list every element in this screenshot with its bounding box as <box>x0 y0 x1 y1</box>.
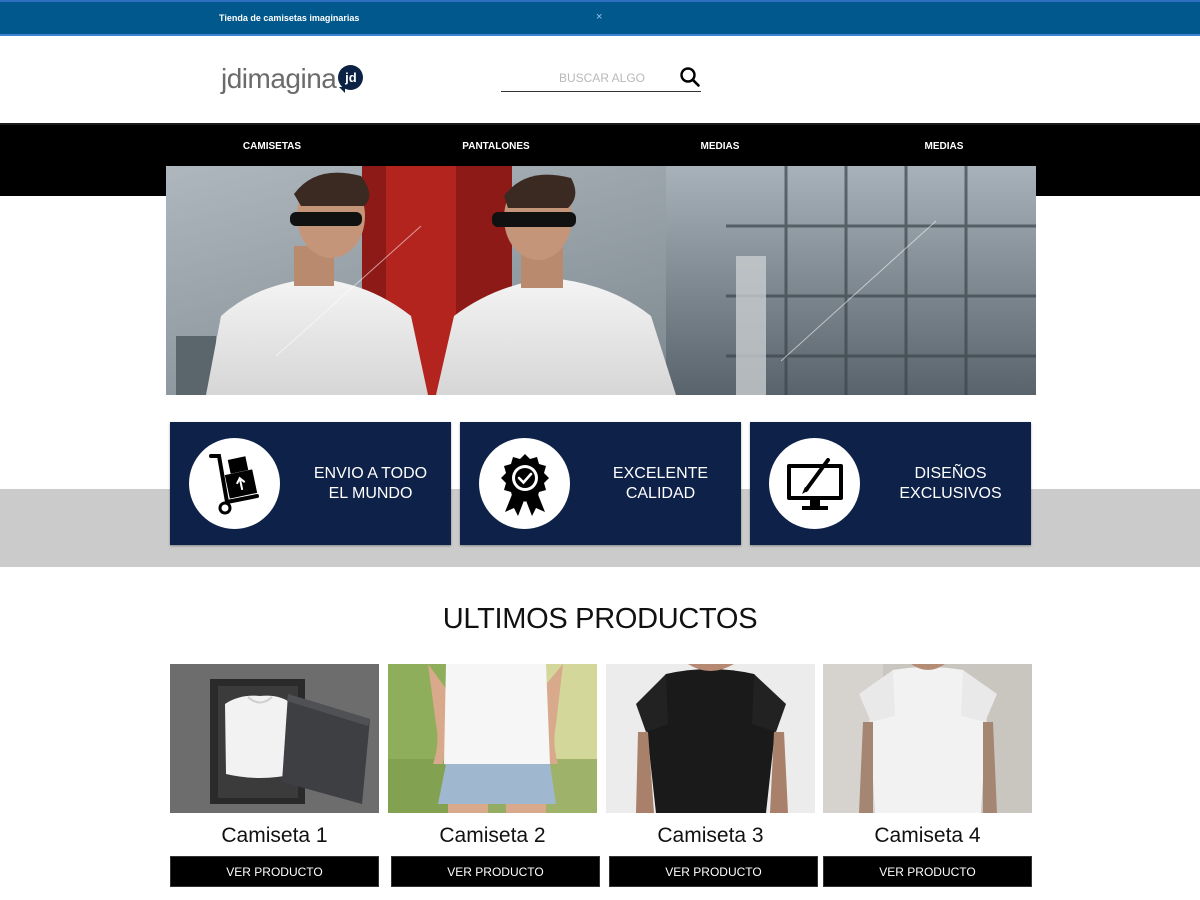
feature-icon-circle <box>769 438 860 529</box>
logo-badge: jd <box>338 64 364 93</box>
man-white-tshirt-image <box>823 664 1032 813</box>
feature-quality: EXCELENTE CALIDAD <box>460 422 741 545</box>
product-image[interactable] <box>388 664 597 813</box>
product-image[interactable] <box>823 664 1032 813</box>
feature-designs: DISEÑOS EXCLUSIVOS <box>750 422 1031 545</box>
product-image[interactable] <box>606 664 815 813</box>
logo-text: jdimagina <box>221 63 337 94</box>
feature-icon-circle <box>189 438 280 529</box>
hand-truck-box-icon <box>208 453 259 514</box>
nav-item-pantalones[interactable]: PANTALONES <box>462 141 529 152</box>
search-input[interactable] <box>501 68 661 88</box>
product-name[interactable]: Camiseta 2 <box>388 824 597 848</box>
nav-item-camisetas[interactable]: CAMISETAS <box>243 141 301 152</box>
feature-line-1: EXCELENTE <box>612 464 709 482</box>
close-icon[interactable]: × <box>596 11 602 23</box>
man-black-tshirt-image <box>606 664 815 813</box>
nav-item-medias-2[interactable]: MEDIAS <box>925 141 964 152</box>
view-product-button[interactable]: VER PRODUCTO <box>609 856 818 887</box>
feature-label: ENVIO A TODO EL MUNDO <box>290 422 451 545</box>
product-name[interactable]: Camiseta 3 <box>606 824 815 848</box>
folded-tshirt-box-image <box>170 664 379 813</box>
hero-banner-image <box>166 166 1036 395</box>
feature-label: DISEÑOS EXCLUSIVOS <box>870 422 1031 545</box>
banner-text: Tienda de camisetas imaginarias <box>219 13 360 23</box>
product-name[interactable]: Camiseta 1 <box>170 824 379 848</box>
view-product-button[interactable]: VER PRODUCTO <box>170 856 379 887</box>
feature-line-2: EXCLUSIVOS <box>899 484 1002 502</box>
search-bar <box>501 62 701 92</box>
product-image[interactable] <box>170 664 379 813</box>
woman-tshirt-image <box>388 664 597 813</box>
top-banner: Tienda de camisetas imaginarias × <box>0 0 1200 36</box>
feature-icon-circle <box>479 438 570 529</box>
section-title: ULTIMOS PRODUCTOS <box>442 603 758 635</box>
nav-item-medias[interactable]: MEDIAS <box>701 141 740 152</box>
view-product-button[interactable]: VER PRODUCTO <box>823 856 1032 887</box>
hero-photo <box>166 166 1036 395</box>
feature-line-2: CALIDAD <box>625 484 696 502</box>
feature-line-1: ENVIO A TODO <box>313 464 428 482</box>
view-product-button[interactable]: VER PRODUCTO <box>391 856 600 887</box>
feature-line-1: DISEÑOS <box>914 464 987 482</box>
feature-shipping: ENVIO A TODO EL MUNDO <box>170 422 451 545</box>
monitor-pen-icon <box>786 457 843 510</box>
site-logo[interactable]: jdimagina jd <box>221 60 364 98</box>
quality-badge-icon <box>500 453 549 516</box>
feature-label: EXCELENTE CALIDAD <box>580 422 741 545</box>
search-icon[interactable] <box>679 66 701 88</box>
feature-line-2: EL MUNDO <box>328 484 413 502</box>
product-name[interactable]: Camiseta 4 <box>823 824 1032 848</box>
